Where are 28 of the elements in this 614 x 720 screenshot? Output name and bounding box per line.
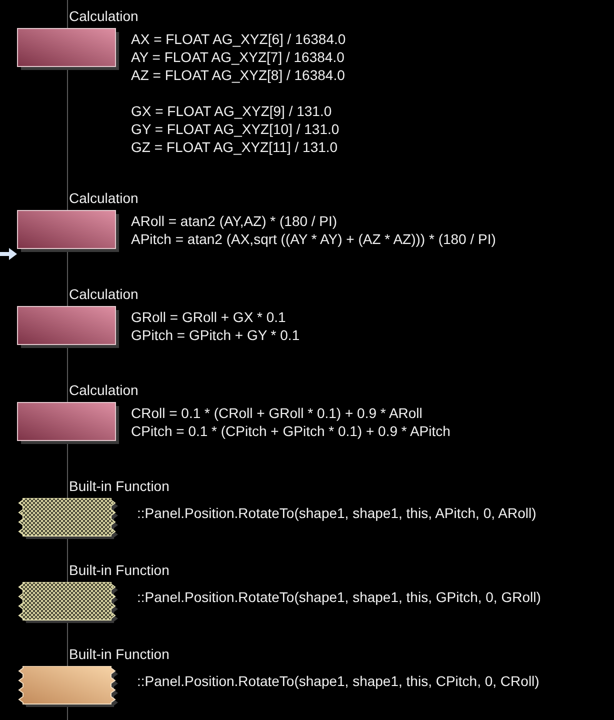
block-title: Calculation	[69, 189, 138, 207]
calculation-block-icon[interactable]	[17, 306, 119, 348]
formula-line: CRoll = 0.1 * (CRoll + GRoll * 0.1) + 0.9 * ARoll	[131, 404, 424, 422]
calculation-block-icon[interactable]	[17, 28, 119, 70]
function-call: ::Panel.Position.RotateTo(shape1, shape1, this, CPitch, 0, CRoll)	[137, 672, 540, 690]
arrow-icon	[0, 248, 18, 260]
function-block-icon[interactable]	[17, 666, 119, 708]
function-call: ::Panel.Position.RotateTo(shape1, shape1, this, GPitch, 0, GRoll)	[137, 588, 541, 606]
block-title: Calculation	[69, 7, 138, 25]
formula-line: GRoll = GRoll + GX * 0.1	[131, 308, 287, 326]
formula-line: AZ = FLOAT AG_XYZ[8] / 16384.0	[131, 66, 346, 84]
formula-line: GPitch = GPitch + GY * 0.1	[131, 326, 300, 344]
calculation-block-icon[interactable]	[17, 402, 119, 444]
block-title: Built-in Function	[69, 561, 170, 579]
block-title: Built-in Function	[69, 645, 170, 663]
formula-line: AY = FLOAT AG_XYZ[7] / 16384.0	[131, 48, 346, 66]
block-title: Calculation	[69, 381, 138, 399]
calculation-block-icon[interactable]	[17, 210, 119, 252]
formula-line: CPitch = 0.1 * (CPitch + GPitch * 0.1) + 0.9 * APitch	[131, 422, 450, 440]
formula-line: APitch = atan2 (AX,sqrt ((AY * AY) + (AZ * AZ))) * (180 / PI)	[131, 230, 496, 248]
formula-line: ARoll = atan2 (AY,AZ) * (180 / PI)	[131, 212, 338, 230]
function-call: ::Panel.Position.RotateTo(shape1, shape1, this, APitch, 0, ARoll)	[137, 504, 536, 522]
formula-line: GZ = FLOAT AG_XYZ[11] / 131.0	[131, 138, 339, 156]
formula-line: GY = FLOAT AG_XYZ[10] / 131.0	[131, 120, 340, 138]
block-title: Calculation	[69, 285, 138, 303]
formula-line: GX = FLOAT AG_XYZ[9] / 131.0	[131, 102, 333, 120]
formula-line: AX = FLOAT AG_XYZ[6] / 16384.0	[131, 30, 346, 48]
block-title: Built-in Function	[69, 477, 170, 495]
